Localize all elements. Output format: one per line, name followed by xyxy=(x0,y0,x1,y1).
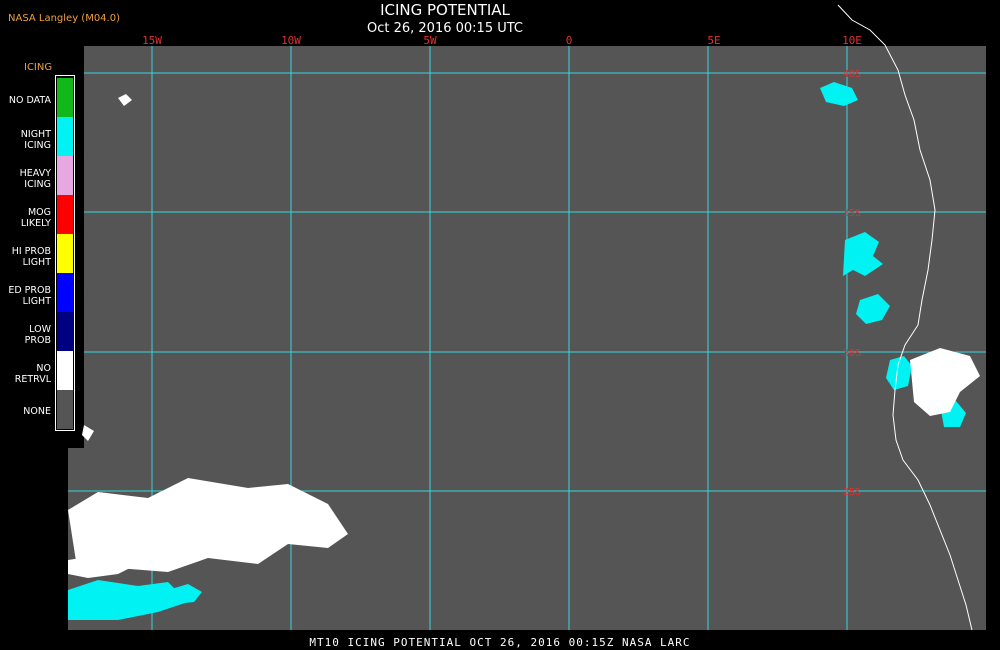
legend-label: NO DATA xyxy=(8,95,51,106)
legend-label: ED PROB LIGHT xyxy=(8,285,51,307)
legend-swatch-med-prob-light xyxy=(57,273,73,312)
legend-swatch-no-retrvl xyxy=(57,351,73,390)
legend-swatch-hi-prob-light xyxy=(57,234,73,273)
lat-label: 30S xyxy=(843,348,861,359)
legend-swatch-low-prob xyxy=(57,312,73,351)
legend-title: ICING xyxy=(24,62,53,73)
legend-swatch-none xyxy=(57,390,73,429)
lat-label: 40S xyxy=(843,69,861,80)
legend-label: MOG LIKELY xyxy=(20,207,51,229)
legend-label: LOW PROB xyxy=(24,324,51,346)
legend-label: HEAVY ICING xyxy=(19,168,51,190)
satellite-map: 15W 10W 5W 0 5E 10E 40S 35S 30S 25S xyxy=(68,4,986,631)
lat-label: 25S xyxy=(843,487,861,498)
legend-label: NONE xyxy=(23,406,51,417)
legend-label: HI PROB LIGHT xyxy=(11,246,51,268)
legend-swatch-mog-likely xyxy=(57,195,73,234)
lat-label: 35S xyxy=(843,208,861,219)
footer-caption: MT10 ICING POTENTIAL OCT 26, 2016 00:15Z… xyxy=(309,636,691,649)
legend-label: NO RETRVL xyxy=(14,363,51,385)
legend-label: NIGHT ICING xyxy=(20,129,51,151)
legend-swatch-no-data xyxy=(57,78,73,117)
timestamp: Oct 26, 2016 00:15 UTC xyxy=(367,21,523,36)
legend-swatch-heavy-icing xyxy=(57,156,73,195)
page-title: ICING POTENTIAL xyxy=(380,1,510,19)
legend-swatch-night-icing xyxy=(57,117,73,156)
